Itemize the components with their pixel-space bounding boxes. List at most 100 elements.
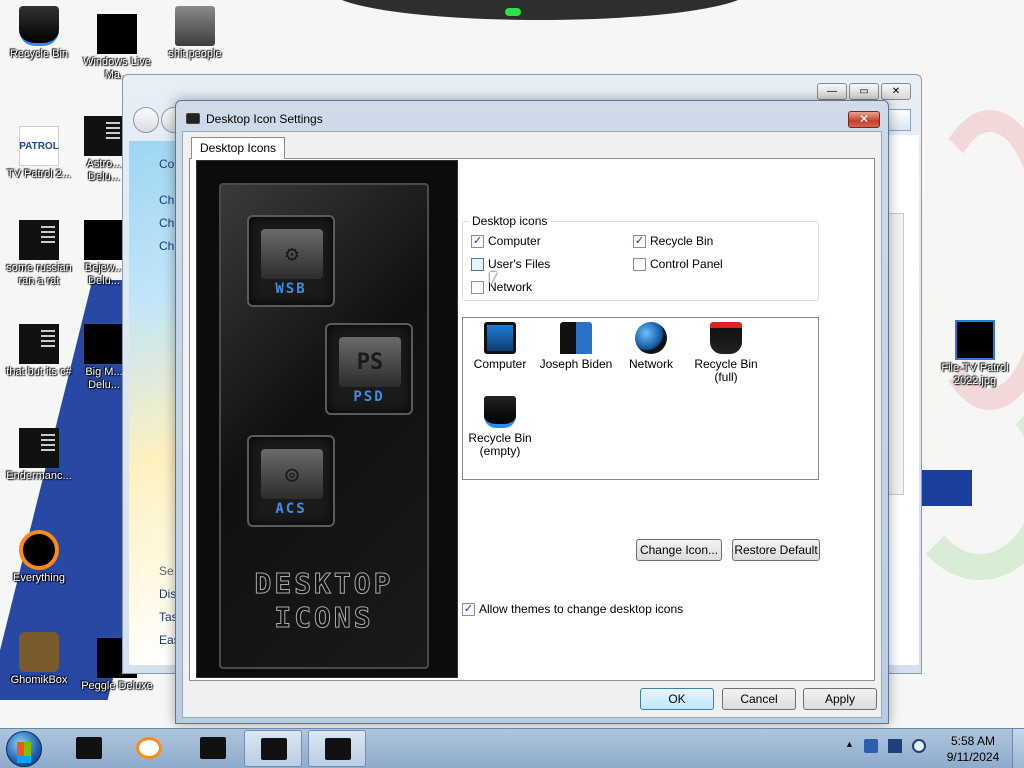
checkbox-label: Control Panel [650, 257, 723, 271]
close-button[interactable]: ✕ [848, 111, 880, 128]
apply-button[interactable]: Apply [803, 688, 877, 710]
desktop-icon-label: that but its c# [6, 366, 72, 378]
tile-label: PSD [353, 389, 385, 405]
desktop-icon-that-but-its-c[interactable]: that but its c# [0, 324, 78, 379]
checkbox-recycle-bin[interactable]: ✓ Recycle Bin [633, 234, 713, 248]
nav-item[interactable]: Co [159, 157, 174, 171]
checkbox-box[interactable]: ✓ [633, 234, 646, 248]
desktop-icon-ghomikbox[interactable]: GhomikBox [0, 632, 78, 687]
taskbar-button-desktop-icon-settings[interactable] [308, 730, 366, 767]
minimize-button[interactable]: — [817, 83, 847, 100]
taskbar-button-recycle-bin[interactable] [60, 730, 118, 767]
list-item-label: Joseph Biden [539, 357, 613, 371]
change-icon-button[interactable]: Change Icon... [636, 539, 722, 561]
desktop-icon-recycle-bin[interactable]: Recycle Bin [0, 6, 78, 61]
folder-icon [175, 6, 215, 46]
scrollbar[interactable] [888, 213, 904, 495]
big-money-icon [84, 324, 124, 364]
taskbar-button-explorer[interactable] [184, 730, 242, 767]
user-files-icon [560, 322, 592, 354]
desktop-icon-windows-live[interactable]: Windows Live Ma... [78, 14, 156, 82]
navigation-pane: Co Ch Ch Ch Se Dis Tas Eas [129, 141, 181, 665]
tile-label: ACS [275, 501, 307, 517]
monitor-icon [261, 738, 287, 760]
document-icon [19, 324, 59, 364]
list-item-computer[interactable]: Computer [463, 322, 537, 371]
nav-item: Se [159, 564, 174, 578]
tab-desktop-icons[interactable]: Desktop Icons [191, 137, 286, 159]
display-tray-icon[interactable] [887, 739, 902, 753]
disc-icon: ◎ [261, 449, 323, 499]
show-desktop-button[interactable] [1012, 729, 1024, 768]
desktop-icon-label: Endermanc... [6, 470, 72, 482]
checkbox-box[interactable]: ✓ [471, 234, 484, 248]
checkbox-network[interactable]: Network [471, 280, 532, 294]
desktop-icon-some-russian[interactable]: some russian ran a rat [0, 220, 78, 288]
clock-time: 5:58 AM [950, 734, 996, 748]
taskbar-button-personalization[interactable] [244, 730, 302, 767]
mouse-pointer-icon [490, 272, 497, 286]
list-item-recycle-bin-full[interactable]: Recycle Bin (full) [689, 322, 763, 384]
checkbox-label: User's Files [488, 257, 551, 271]
checkbox-box[interactable] [633, 257, 646, 271]
desktop-icon-everything[interactable]: Everything [0, 530, 78, 585]
preview-tile-psd: PS PSD [325, 323, 413, 415]
desktop-icon-label: Peggle Deluxe [81, 680, 153, 692]
monitor-icon [186, 113, 200, 124]
nav-item[interactable]: Dis [159, 587, 176, 601]
desktop-icon-tv-patrol[interactable]: PATROL TV Patrol 2... [0, 126, 78, 181]
back-button[interactable] [133, 107, 159, 133]
tile-label: WSB [275, 281, 307, 297]
icon-list[interactable]: Computer Joseph Biden Network Recycle Bi… [462, 317, 819, 480]
list-item-label: Network [628, 357, 673, 371]
monitor-icon [325, 738, 351, 760]
cancel-button[interactable]: Cancel [722, 688, 796, 710]
checkbox-users-files[interactable]: User's Files [471, 257, 550, 271]
start-button[interactable] [6, 731, 42, 767]
list-item-joseph-biden[interactable]: Joseph Biden [539, 322, 613, 371]
maximize-button[interactable]: ▭ [849, 83, 879, 100]
taskbar: ▲ 5:58 AM 9/11/2024 [0, 728, 1024, 768]
clock[interactable]: 5:58 AM 9/11/2024 [938, 733, 1008, 765]
tv-patrol-icon: PATROL [19, 126, 59, 166]
tab-panel: ⚙ WSB PS PSD ◎ ACS DESKTOP ICONS Desktop… [189, 158, 875, 681]
taskbar-button-media-player[interactable] [120, 730, 178, 767]
preview-title-line2: ICONS [274, 601, 374, 635]
list-item-recycle-bin-empty[interactable]: Recycle Bin (empty) [463, 396, 537, 458]
desktop-icon-label: some russian ran a rat [6, 262, 72, 287]
recycle-bin-full-icon [710, 322, 742, 354]
desktop-icon-endermanch[interactable]: Endermanc... [0, 428, 78, 483]
show-hidden-icons-button[interactable]: ▲ [845, 739, 854, 753]
list-item-sublabel: (empty) [479, 444, 521, 458]
photoshop-icon: PS [339, 337, 401, 387]
checkbox-allow-themes[interactable]: ✓ Allow themes to change desktop icons [462, 602, 683, 616]
list-item-network[interactable]: Network [614, 322, 688, 371]
nav-item[interactable]: Ch [159, 239, 174, 253]
network-tray-icon[interactable] [863, 739, 878, 753]
nav-item[interactable]: Ch [159, 193, 174, 207]
checkbox-control-panel[interactable]: Control Panel [633, 257, 723, 271]
explorer-icon [200, 737, 226, 759]
monitor-icon [484, 322, 516, 354]
volume-tray-icon[interactable] [911, 739, 926, 753]
group-title: Desktop icons [469, 214, 551, 228]
search-button[interactable] [887, 109, 911, 131]
desktop-icon-shit-people[interactable]: shit people [156, 6, 234, 61]
preview-tile-acs: ◎ ACS [247, 435, 335, 527]
checkbox-box[interactable] [471, 280, 484, 294]
restore-default-button[interactable]: Restore Default [732, 539, 820, 561]
theme-preview-image: ⚙ WSB PS PSD ◎ ACS DESKTOP ICONS [196, 160, 458, 678]
desktop-icon-label: Recycle Bin [9, 48, 69, 60]
checkbox-computer[interactable]: ✓ Computer [471, 234, 541, 248]
gear-icon: ⚙ [261, 229, 323, 279]
wallpaper-top-shape [330, 0, 750, 20]
checkbox-box[interactable] [471, 257, 484, 271]
notification-area: ▲ [845, 739, 926, 753]
bear-icon [19, 632, 59, 672]
desktop-icon-tv-patrol-jpg[interactable]: File-TV Patrol 2022.jpg [936, 320, 1014, 388]
ok-button[interactable]: OK [640, 688, 714, 710]
checkbox-box[interactable]: ✓ [462, 602, 475, 616]
nav-item[interactable]: Ch [159, 216, 174, 230]
close-button[interactable]: ✕ [881, 83, 911, 100]
recycle-bin-empty-icon [484, 396, 516, 428]
